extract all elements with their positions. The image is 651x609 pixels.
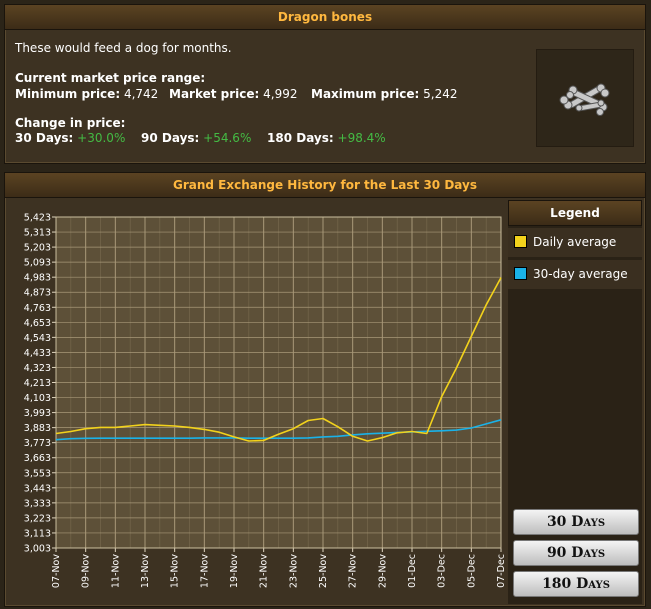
y-tick-label: 3,883 — [24, 423, 51, 434]
item-title: Dragon bones — [5, 5, 645, 30]
legend-title: Legend — [508, 200, 642, 226]
minimum-price-value: 4,742 — [123, 87, 159, 101]
change-180-value: +98.4% — [337, 131, 386, 145]
price-history-panel: Grand Exchange History for the Last 30 D… — [4, 172, 646, 607]
legend-daily: Daily average — [508, 228, 642, 258]
y-tick-label: 4,543 — [24, 333, 51, 344]
price-chart-svg: 3,003 3,113 3,223 3,333 3,443 3,553 3,663 3,773… — [24, 213, 507, 589]
change-90-days: 90 Days: +54.6% — [141, 131, 251, 145]
range-30-days-button[interactable]: 30 Days — [513, 509, 639, 535]
change-180-days: 180 Days: +98.4% — [267, 131, 386, 145]
item-examine: These would feed a dog for months. — [15, 41, 232, 55]
x-tick-label: 09-Nov — [81, 554, 92, 588]
item-info-panel: Dragon bones These would feed a dog for … — [4, 4, 646, 164]
market-price-label: Market price: — [169, 87, 260, 101]
change-180-label: 180 Days: — [267, 131, 334, 145]
y-tick-label: 4,873 — [24, 288, 51, 299]
change-90-label: 90 Days: — [141, 131, 200, 145]
y-tick-label: 4,763 — [24, 303, 51, 314]
y-tick-label: 3,553 — [24, 468, 51, 479]
x-tick-label: 23-Nov — [288, 554, 299, 588]
avg-swatch-icon — [514, 267, 527, 280]
y-tick-label: 4,433 — [24, 348, 51, 359]
y-tick-label: 3,223 — [24, 513, 51, 524]
minimum-price-label: Minimum price: — [15, 87, 121, 101]
market-price: Market price: 4,992 — [169, 87, 298, 101]
market-price-value: 4,992 — [263, 87, 298, 101]
y-tick-label: 3,993 — [24, 408, 51, 419]
minimum-price: Minimum price: 4,742 — [15, 87, 158, 101]
graph-title: Grand Exchange History for the Last 30 D… — [5, 173, 645, 198]
price-change-heading: Change in price: — [15, 116, 126, 130]
item-image-box — [536, 49, 634, 147]
price-range-heading: Current market price range: — [15, 71, 206, 85]
legend-30day: 30-day average — [508, 260, 642, 290]
y-tick-label: 3,663 — [24, 453, 51, 464]
range-180-days-button[interactable]: 180 Days — [513, 571, 639, 597]
y-tick-label: 4,983 — [24, 273, 51, 284]
y-tick-label: 5,093 — [24, 258, 51, 269]
change-30-value: +30.0% — [77, 131, 126, 145]
x-tick-label: 05-Dec — [466, 554, 477, 588]
x-tick-label: 21-Nov — [259, 554, 270, 588]
y-tick-label: 5,423 — [24, 213, 51, 224]
x-tick-label: 01-Dec — [407, 554, 418, 588]
x-tick-label: 29-Nov — [377, 554, 388, 588]
x-tick-label: 11-Nov — [110, 554, 121, 588]
y-tick-label: 3,333 — [24, 498, 51, 509]
y-tick-label: 4,323 — [24, 363, 51, 374]
x-tick-label: 13-Nov — [140, 554, 151, 588]
x-tick-label: 17-Nov — [199, 554, 210, 588]
x-tick-label: 03-Dec — [437, 554, 448, 588]
maximum-price: Maximum price: 5,242 — [311, 87, 457, 101]
y-tick-label: 4,213 — [24, 378, 51, 389]
daily-swatch-icon — [514, 235, 527, 248]
change-30-label: 30 Days: — [15, 131, 74, 145]
legend-30day-label: 30-day average — [533, 267, 628, 281]
x-tick-label: 19-Nov — [229, 554, 240, 588]
y-tick-label: 5,313 — [24, 228, 51, 239]
y-tick-label: 3,773 — [24, 438, 51, 449]
range-90-days-button[interactable]: 90 Days — [513, 540, 639, 566]
x-tick-label: 27-Nov — [348, 554, 359, 588]
y-tick-label: 4,103 — [24, 393, 51, 404]
y-tick-label: 3,113 — [24, 528, 51, 539]
y-tick-label: 4,653 — [24, 318, 51, 329]
x-tick-label: 07-Nov — [51, 554, 62, 588]
y-tick-label: 3,003 — [24, 544, 51, 555]
dragon-bones-icon — [559, 83, 610, 116]
y-tick-label: 3,443 — [24, 483, 51, 494]
change-30-days: 30 Days: +30.0% — [15, 131, 125, 145]
legend-panel: Legend Daily average 30-day average 30 D… — [508, 200, 642, 604]
x-tick-label: 15-Nov — [170, 554, 181, 588]
legend-daily-label: Daily average — [533, 235, 617, 249]
y-tick-label: 5,203 — [24, 243, 51, 254]
maximum-price-value: 5,242 — [423, 87, 458, 101]
price-chart: 3,003 3,113 3,223 3,333 3,443 3,553 3,663 3,773… — [6, 200, 508, 604]
x-tick-label: 25-Nov — [318, 554, 329, 588]
change-90-value: +54.6% — [203, 131, 252, 145]
maximum-price-label: Maximum price: — [311, 87, 420, 101]
x-tick-label: 07-Dec — [496, 554, 507, 588]
